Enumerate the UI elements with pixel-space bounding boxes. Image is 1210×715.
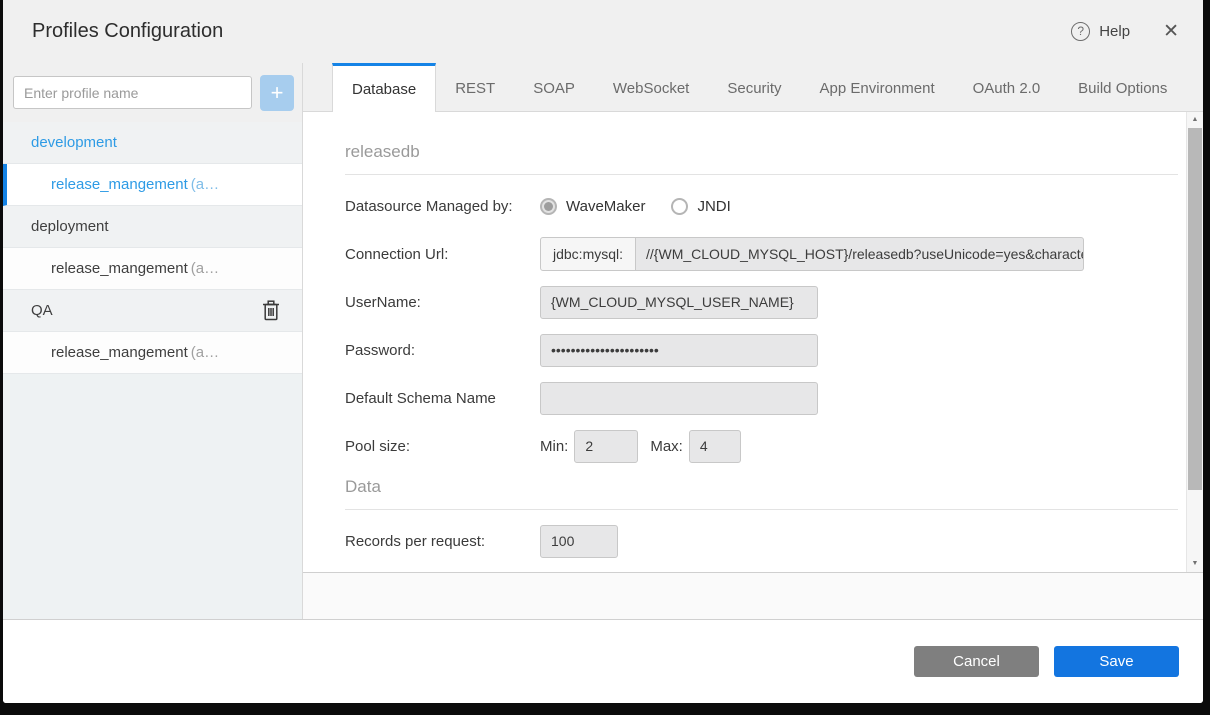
tab-app-environment[interactable]: App Environment bbox=[801, 63, 954, 111]
datasource-label: Datasource Managed by: bbox=[345, 198, 540, 215]
pool-max-label: Max: bbox=[650, 438, 683, 455]
radio-jndi-label: JNDI bbox=[697, 198, 730, 215]
profile-item-label: release_mangement bbox=[51, 344, 188, 361]
page-title: Profiles Configuration bbox=[32, 20, 1071, 43]
pool-size-label: Pool size: bbox=[345, 438, 540, 455]
tab-oauth-2-0[interactable]: OAuth 2.0 bbox=[954, 63, 1060, 111]
profile-group-development[interactable]: development bbox=[3, 122, 302, 164]
section-divider bbox=[345, 174, 1178, 175]
profile-group-label: QA bbox=[31, 302, 53, 319]
dialog-body: + development release_mangement (a… depl… bbox=[3, 63, 1203, 620]
connection-url-label: Connection Url: bbox=[345, 246, 540, 263]
records-per-request-label: Records per request: bbox=[345, 533, 540, 550]
tab-build-options[interactable]: Build Options bbox=[1059, 63, 1186, 111]
scroll-down-icon[interactable]: ▼ bbox=[1187, 556, 1203, 572]
section-title-releasedb: releasedb bbox=[345, 142, 1178, 162]
profile-item-release-mangement-qa[interactable]: release_mangement (a… bbox=[3, 332, 302, 374]
section-title-data: Data bbox=[345, 477, 1178, 497]
profile-list: development release_mangement (a… deploy… bbox=[3, 122, 302, 374]
password-input[interactable] bbox=[540, 334, 818, 367]
header-actions: ? Help ✕ bbox=[1071, 20, 1179, 43]
profile-item-label: release_mangement bbox=[51, 176, 188, 193]
profile-item-suffix: (a… bbox=[191, 176, 219, 193]
profile-detail-panel: Database REST SOAP WebSocket Security Ap… bbox=[303, 63, 1203, 620]
radio-jndi[interactable]: JNDI bbox=[671, 198, 730, 215]
tab-panel-spacer bbox=[303, 573, 1203, 620]
schema-input[interactable] bbox=[540, 382, 818, 415]
close-icon[interactable]: ✕ bbox=[1163, 20, 1179, 43]
profile-item-release-mangement-dev[interactable]: release_mangement (a… bbox=[3, 164, 302, 206]
password-label: Password: bbox=[345, 342, 540, 359]
schema-row: Default Schema Name bbox=[345, 381, 1178, 415]
profile-item-release-mangement-deploy[interactable]: release_mangement (a… bbox=[3, 248, 302, 290]
profile-group-label: development bbox=[31, 134, 117, 151]
profile-item-suffix: (a… bbox=[191, 260, 219, 277]
pool-max-input[interactable] bbox=[689, 430, 741, 463]
profile-group-label: deployment bbox=[31, 218, 109, 235]
connection-url-input[interactable]: //{WM_CLOUD_MYSQL_HOST}/releasedb?useUni… bbox=[636, 237, 1084, 271]
radio-wavemaker-control[interactable] bbox=[540, 198, 557, 215]
dialog-header: Profiles Configuration ? Help ✕ bbox=[3, 0, 1203, 63]
pool-size-row: Pool size: Min: Max: bbox=[345, 429, 1178, 463]
database-tab-content: releasedb Datasource Managed by: WaveMak… bbox=[303, 112, 1203, 573]
add-profile-button[interactable]: + bbox=[260, 75, 294, 111]
password-row: Password: bbox=[345, 333, 1178, 367]
pool-min-label: Min: bbox=[540, 438, 568, 455]
scrollbar-thumb[interactable] bbox=[1188, 128, 1202, 490]
tab-security[interactable]: Security bbox=[708, 63, 800, 111]
scroll-up-icon[interactable]: ▲ bbox=[1187, 112, 1203, 128]
save-button[interactable]: Save bbox=[1054, 646, 1179, 677]
tab-websocket[interactable]: WebSocket bbox=[594, 63, 708, 111]
profile-group-deployment[interactable]: deployment bbox=[3, 206, 302, 248]
config-tabbar: Database REST SOAP WebSocket Security Ap… bbox=[303, 63, 1203, 112]
datasource-row: Datasource Managed by: WaveMaker JNDI bbox=[345, 189, 1178, 223]
schema-label: Default Schema Name bbox=[345, 390, 540, 407]
profile-create-row: + bbox=[3, 63, 302, 122]
records-per-request-row: Records per request: bbox=[345, 524, 1178, 558]
records-per-request-input[interactable] bbox=[540, 525, 618, 558]
help-link[interactable]: Help bbox=[1099, 23, 1130, 40]
tab-soap[interactable]: SOAP bbox=[514, 63, 594, 111]
pool-min-input[interactable] bbox=[574, 430, 638, 463]
help-icon[interactable]: ? bbox=[1071, 22, 1090, 41]
profile-name-input[interactable] bbox=[13, 76, 252, 109]
tab-database[interactable]: Database bbox=[332, 63, 436, 112]
cancel-button[interactable]: Cancel bbox=[914, 646, 1039, 677]
trash-icon[interactable] bbox=[262, 300, 280, 321]
radio-jndi-control[interactable] bbox=[671, 198, 688, 215]
radio-wavemaker-label: WaveMaker bbox=[566, 198, 645, 215]
tab-rest[interactable]: REST bbox=[436, 63, 514, 111]
radio-wavemaker[interactable]: WaveMaker bbox=[540, 198, 645, 215]
profiles-sidebar: + development release_mangement (a… depl… bbox=[3, 63, 303, 620]
profile-item-suffix: (a… bbox=[191, 344, 219, 361]
sidebar-bottom-divider bbox=[3, 619, 303, 620]
username-label: UserName: bbox=[345, 294, 540, 311]
profile-item-label: release_mangement bbox=[51, 260, 188, 277]
username-row: UserName: bbox=[345, 285, 1178, 319]
connection-url-prefix: jdbc:mysql: bbox=[540, 237, 636, 271]
profiles-configuration-dialog: Profiles Configuration ? Help ✕ + develo… bbox=[3, 0, 1203, 703]
section-divider bbox=[345, 509, 1178, 510]
username-input[interactable] bbox=[540, 286, 818, 319]
connection-url-row: Connection Url: jdbc:mysql: //{WM_CLOUD_… bbox=[345, 237, 1178, 271]
profile-group-qa[interactable]: QA bbox=[3, 290, 302, 332]
dialog-footer: Cancel Save bbox=[3, 620, 1203, 703]
database-form: releasedb Datasource Managed by: WaveMak… bbox=[303, 112, 1186, 572]
form-scrollbar[interactable]: ▲ ▼ bbox=[1186, 112, 1203, 572]
